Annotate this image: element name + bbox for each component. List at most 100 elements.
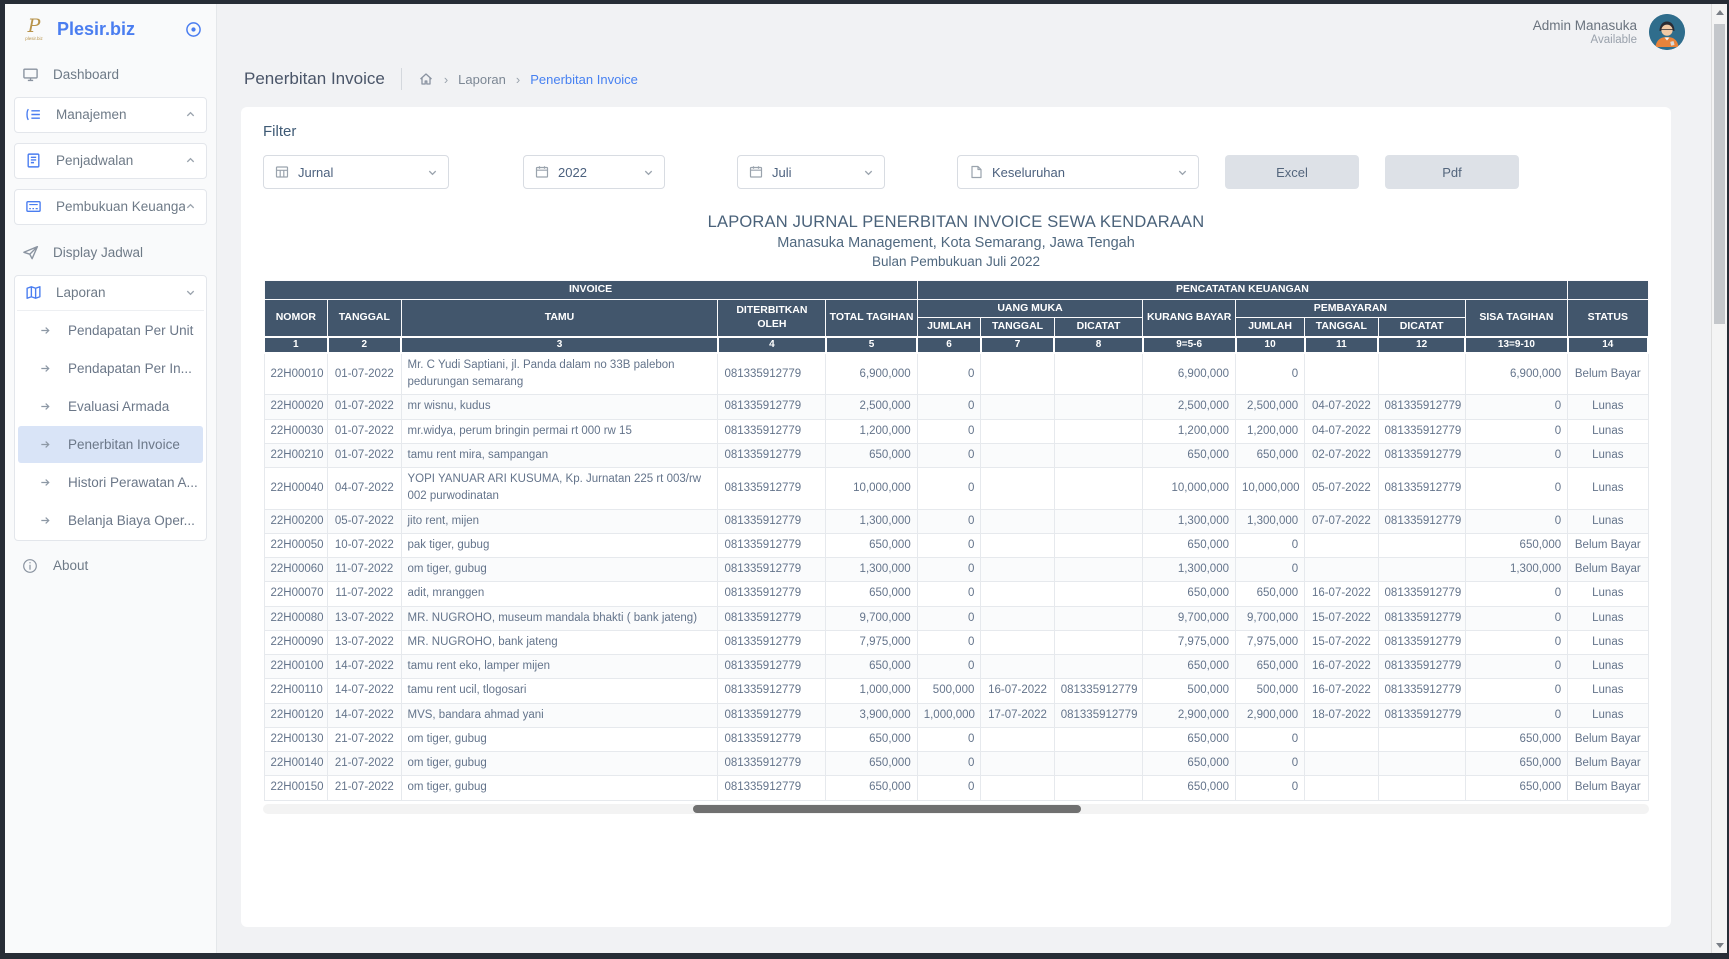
cell <box>981 353 1054 395</box>
sidebar-item-dashboard[interactable]: Dashboard <box>5 58 216 92</box>
cell: MVS, bandara ahmad yani <box>401 703 718 727</box>
dropdown-value: Jurnal <box>298 165 427 180</box>
dropdown-scope[interactable]: Keseluruhan <box>957 155 1199 189</box>
cell: 081335912779 <box>718 558 826 582</box>
sidebar-item-manajemen[interactable]: Manajemen <box>15 98 206 132</box>
cell: 22H00130 <box>264 727 328 751</box>
cell <box>1054 468 1143 510</box>
breadcrumb-laporan[interactable]: Laporan <box>458 72 506 87</box>
status-cell: Lunas <box>1568 468 1648 510</box>
chevron-down-icon <box>643 167 654 178</box>
avatar[interactable] <box>1649 14 1685 50</box>
home-icon[interactable] <box>418 71 434 87</box>
status-cell: Belum Bayar <box>1568 533 1648 557</box>
vertical-scrollbar-thumb[interactable] <box>1714 24 1725 324</box>
column-number: 11 <box>1305 337 1378 353</box>
sidebar-group-laporan: Laporan Pendapatan Per Unit Pendapatan P… <box>14 275 207 541</box>
cell: 081335912779 <box>718 582 826 606</box>
cell: 0 <box>1236 752 1305 776</box>
table-row: 22H0010014-07-2022tamu rent eko, lamper … <box>264 655 1648 679</box>
group-header-pencatatan-keuangan: PENCATATAN KEUANGAN <box>917 281 1567 300</box>
cell: 650,000 <box>1143 655 1236 679</box>
cell <box>1054 395 1143 419</box>
table-row: 22H0021001-07-2022tamu rent mira, sampan… <box>264 443 1648 467</box>
sidebar-toggle-icon[interactable] <box>185 21 202 38</box>
breadcrumb-separator: › <box>444 72 448 87</box>
sidebar-item-about[interactable]: About <box>5 549 216 583</box>
dropdown-year[interactable]: 2022 <box>523 155 665 189</box>
cell <box>1305 752 1378 776</box>
sidebar-group-manajemen: Manajemen <box>14 97 207 133</box>
column-number: 14 <box>1568 337 1648 353</box>
cell: 16-07-2022 <box>1305 679 1378 703</box>
sidebar-item-penjadwalan[interactable]: Penjadwalan <box>15 144 206 178</box>
group-header-invoice: INVOICE <box>264 281 917 300</box>
cell: 22H00090 <box>264 630 328 654</box>
cell <box>1054 353 1143 395</box>
cell: 081335912779 <box>1054 679 1143 703</box>
col-header-p-tanggal: TANGGAL <box>1305 318 1378 337</box>
cell <box>981 533 1054 557</box>
sidebar-item-pembukuan-keuangan[interactable]: Pembukuan Keuangan <box>15 190 206 224</box>
cell: 16-07-2022 <box>981 679 1054 703</box>
cell: Mr. C Yudi Saptiani, jl. Panda dalam no … <box>401 353 718 395</box>
cell: 0 <box>917 509 981 533</box>
sidebar-subitem-evaluasi-armada[interactable]: Evaluasi Armada <box>18 388 203 425</box>
breadcrumb: › Laporan › Penerbitan Invoice <box>418 71 638 87</box>
ledger-card-icon <box>24 198 42 215</box>
cell <box>981 630 1054 654</box>
cell: 081335912779 <box>718 703 826 727</box>
horizontal-scrollbar-thumb[interactable] <box>693 805 1081 813</box>
dropdown-report-type[interactable]: Jurnal <box>263 155 449 189</box>
breadcrumb-penerbitan-invoice[interactable]: Penerbitan Invoice <box>530 72 638 87</box>
chevron-up-icon <box>185 201 196 212</box>
scroll-down-arrow[interactable] <box>1712 937 1727 953</box>
cell: 500,000 <box>1143 679 1236 703</box>
sidebar-item-display-jadwal[interactable]: Display Jadwal <box>5 236 216 270</box>
cell: 081335912779 <box>1378 655 1465 679</box>
sidebar-item-laporan[interactable]: Laporan <box>15 276 206 310</box>
cell <box>1378 776 1465 800</box>
col-header-sisa-tagihan: SISA TAGIHAN <box>1465 299 1567 337</box>
pdf-button[interactable]: Pdf <box>1385 155 1519 189</box>
sidebar-item-label: About <box>53 558 202 573</box>
status-cell: Lunas <box>1568 630 1648 654</box>
cell: 14-07-2022 <box>328 679 401 703</box>
dropdown-month[interactable]: Juli <box>737 155 885 189</box>
excel-button[interactable]: Excel <box>1225 155 1359 189</box>
status-cell: Belum Bayar <box>1568 776 1648 800</box>
cell <box>1305 353 1378 395</box>
divider <box>17 310 204 311</box>
cell: 2,900,000 <box>1236 703 1305 727</box>
cell <box>1378 533 1465 557</box>
sidebar-subitem-histori-perawatan[interactable]: Histori Perawatan A... <box>18 464 203 501</box>
cell <box>1378 353 1465 395</box>
cell: 650,000 <box>1143 582 1236 606</box>
sidebar-subitem-belanja-biaya[interactable]: Belanja Biaya Oper... <box>18 502 203 539</box>
sidebar-subitem-label: Belanja Biaya Oper... <box>68 513 195 528</box>
dropdown-value: Juli <box>772 165 863 180</box>
sidebar-subitem-penerbitan-invoice[interactable]: Penerbitan Invoice <box>18 426 203 463</box>
status-cell: Belum Bayar <box>1568 727 1648 751</box>
cell: 081335912779 <box>718 606 826 630</box>
cell: 650,000 <box>1236 582 1305 606</box>
scroll-up-arrow[interactable] <box>1712 4 1727 20</box>
report-heading: LAPORAN JURNAL PENERBITAN INVOICE SEWA K… <box>263 213 1649 269</box>
sidebar-subitem-pendapatan-per-in[interactable]: Pendapatan Per In... <box>18 350 203 387</box>
cell: 081335912779 <box>1378 703 1465 727</box>
cell <box>1054 727 1143 751</box>
sidebar-subitem-pendapatan-per-unit[interactable]: Pendapatan Per Unit <box>18 312 203 349</box>
user-chip[interactable]: Admin Manasuka Available <box>1533 14 1685 50</box>
content-card: Filter Jurnal <box>241 107 1671 927</box>
cell <box>981 727 1054 751</box>
cell: 10,000,000 <box>1143 468 1236 510</box>
cell: 081335912779 <box>1378 630 1465 654</box>
col-header-diterbitkan-oleh: DITERBITKAN OLEH <box>718 299 826 337</box>
table-row: 22H0011014-07-2022tamu rent ucil, tlogos… <box>264 679 1648 703</box>
cell: 0 <box>917 630 981 654</box>
cell: adit, mranggen <box>401 582 718 606</box>
column-number: 6 <box>917 337 981 353</box>
cell: 2,500,000 <box>826 395 917 419</box>
file-icon <box>969 165 983 179</box>
page-head: Penerbitan Invoice › Laporan › Penerbita… <box>244 68 1711 90</box>
